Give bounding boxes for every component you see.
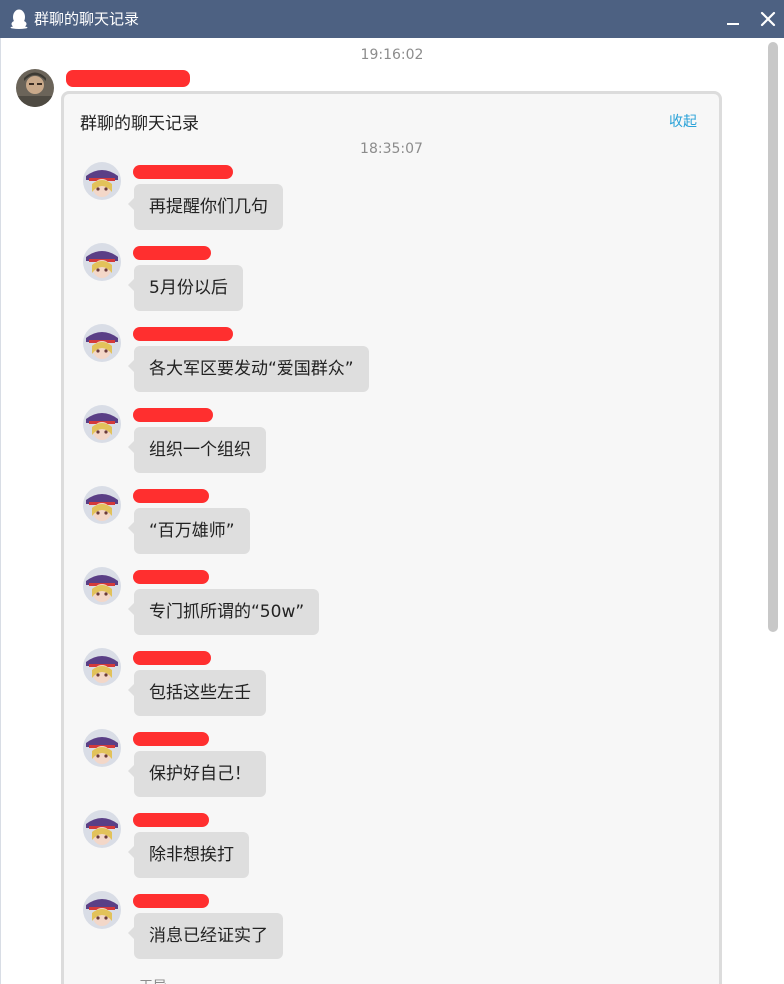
message-row: 组织一个组织	[64, 405, 719, 485]
redacted-member-name	[133, 327, 233, 341]
redacted-member-name	[133, 408, 213, 422]
title-bar[interactable]: 群聊的聊天记录	[0, 0, 784, 38]
message-row: 消息已经证实了	[64, 891, 719, 971]
member-avatar[interactable]	[83, 567, 121, 605]
forwarded-chat-card[interactable]: 群聊的聊天记录 收起 18:35:07 再提醒你们几句 5月份以后各大军区要发动“…	[61, 91, 722, 984]
member-avatar[interactable]	[83, 648, 121, 686]
minimize-icon	[727, 23, 739, 25]
redacted-member-name	[133, 165, 233, 179]
close-button[interactable]	[757, 8, 779, 30]
message-bubble[interactable]: “百万雄师”	[128, 508, 250, 554]
redacted-member-name	[133, 894, 209, 908]
message-row: 除非想挨打	[64, 810, 719, 890]
chat-history-window: 群聊的聊天记录 19:16:02 群聊的聊天记录 收起 18:35:07 再提醒…	[0, 0, 784, 984]
redacted-member-name	[133, 570, 209, 584]
card-timestamp: 18:35:07	[360, 141, 423, 157]
message-bubble[interactable]: 组织一个组织	[128, 427, 266, 473]
message-row: “百万雄师”	[64, 486, 719, 566]
member-avatar[interactable]	[83, 729, 121, 767]
redacted-member-name	[133, 489, 209, 503]
member-avatar[interactable]	[83, 810, 121, 848]
message-row: 再提醒你们几句	[64, 162, 719, 242]
message-row: 5月份以后	[64, 243, 719, 323]
redacted-member-name	[133, 732, 209, 746]
message-bubble[interactable]: 除非想挨打	[128, 832, 249, 878]
member-avatar[interactable]	[83, 162, 121, 200]
window-title: 群聊的聊天记录	[34, 10, 140, 28]
sender-avatar[interactable]	[16, 69, 54, 107]
member-avatar[interactable]	[83, 486, 121, 524]
close-icon	[760, 11, 776, 27]
redacted-member-name	[133, 813, 209, 827]
message-row: 各大军区要发动“爱国群众”	[64, 324, 719, 404]
redacted-member-name	[133, 651, 211, 665]
message-row: 保护好自己！	[64, 729, 719, 809]
scrollbar-thumb[interactable]	[768, 42, 778, 632]
message-bubble[interactable]: 专门抓所谓的“50w”	[127, 589, 320, 635]
minimize-button[interactable]	[722, 8, 744, 30]
window-border	[0, 38, 1, 984]
redacted-sender-name	[66, 70, 190, 87]
outer-timestamp: 19:16:02	[360, 47, 424, 63]
message-bubble[interactable]: 5月份以后	[128, 265, 243, 311]
member-avatar[interactable]	[83, 891, 121, 929]
message-row: 包括这些左壬	[64, 648, 719, 728]
message-bubble[interactable]: 保护好自己！	[128, 751, 266, 797]
member-avatar[interactable]	[83, 324, 121, 362]
redacted-member-name	[133, 246, 211, 260]
member-avatar[interactable]	[83, 405, 121, 443]
message-bubble[interactable]: 各大军区要发动“爱国群众”	[128, 346, 369, 392]
message-row: 专门抓所谓的“50w”	[64, 567, 719, 647]
collapse-link[interactable]: 收起	[669, 111, 697, 131]
message-bubble[interactable]: 消息已经证实了	[128, 913, 283, 959]
penguin-icon	[10, 9, 28, 29]
avatar-image	[16, 69, 54, 107]
card-title: 群聊的聊天记录	[80, 114, 199, 134]
message-bubble[interactable]: 再提醒你们几句	[128, 184, 283, 230]
member-avatar[interactable]	[83, 243, 121, 281]
partial-sender-name: 王导...	[139, 976, 180, 984]
message-bubble[interactable]: 包括这些左壬	[128, 670, 266, 716]
